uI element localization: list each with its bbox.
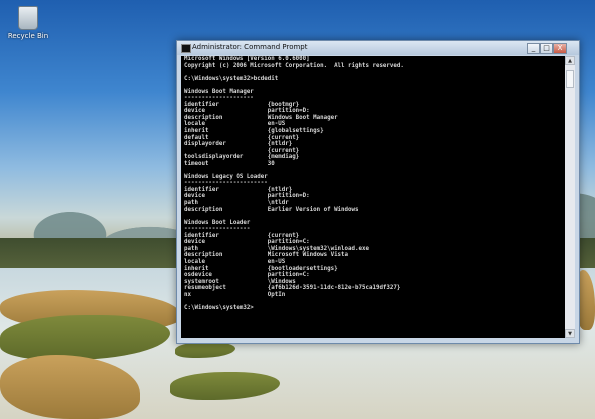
console-icon <box>181 44 191 53</box>
vertical-scrollbar[interactable]: ▲ ▼ <box>565 56 575 338</box>
window-title: Administrator: Command Prompt <box>192 43 308 51</box>
scroll-down-icon[interactable]: ▼ <box>565 329 575 338</box>
console-output[interactable]: Microsoft Windows [Version 6.0.6000] Copy… <box>181 56 565 338</box>
recycle-bin-label: Recycle Bin <box>7 32 49 40</box>
recycle-bin-icon <box>18 6 38 30</box>
window-titlebar[interactable]: Administrator: Command Prompt _ □ X <box>177 41 579 55</box>
maximize-button[interactable]: □ <box>540 43 553 54</box>
minimize-button[interactable]: _ <box>527 43 540 54</box>
command-prompt-window[interactable]: Administrator: Command Prompt _ □ X Micr… <box>176 40 580 344</box>
recycle-bin-shortcut[interactable]: Recycle Bin <box>6 6 50 40</box>
scroll-up-icon[interactable]: ▲ <box>565 56 575 65</box>
console-line: C:\Windows\system32> <box>184 304 254 311</box>
scroll-thumb[interactable] <box>566 70 574 88</box>
close-button[interactable]: X <box>553 43 567 54</box>
